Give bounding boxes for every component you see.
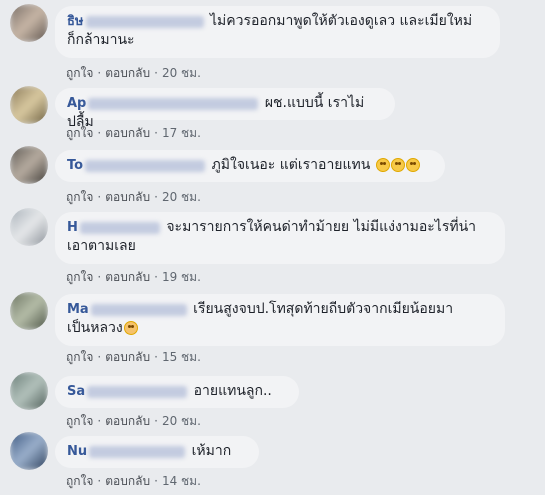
like-link[interactable]: ถูกใจ	[66, 474, 93, 488]
comment-text: จะมารายการให้คนด่าทำม้ายย ไม่มีแง่งามอะไ…	[166, 219, 477, 235]
reply-link[interactable]: ตอบกลับ	[105, 270, 150, 284]
comment-bubble: ธิษ ไม่ควรออกมาพูดให้ตัวเองดูเลว และเมีย…	[55, 6, 500, 58]
comment-actions: ถูกใจ · ตอบกลับ · 14 ชม.	[66, 474, 201, 488]
flushed-emoji-icon	[390, 158, 405, 172]
comment-bubble: Sa อายแทนลูก..	[55, 376, 299, 408]
comment-actions: ถูกใจ · ตอบกลับ · 20 ชม.	[66, 414, 201, 428]
reply-link[interactable]: ตอบกลับ	[105, 474, 150, 488]
like-link[interactable]: ถูกใจ	[66, 270, 93, 284]
comment-text: ไม่ควรออกมาพูดให้ตัวเองดูเลว และเมียใหม่	[209, 13, 473, 29]
reply-link[interactable]: ตอบกลับ	[105, 350, 150, 364]
comment-time[interactable]: 14 ชม.	[162, 474, 201, 488]
like-link[interactable]: ถูกใจ	[66, 350, 93, 364]
commenter-name[interactable]: Ma	[67, 302, 189, 317]
flushed-emoji-icon	[405, 158, 420, 172]
avatar[interactable]	[10, 208, 48, 246]
comment-actions: ถูกใจ · ตอบกลับ · 20 ชม.	[66, 66, 201, 80]
comment-bubble: Ap ผช.แบบนี้ เราไม่ปลื้ม	[55, 88, 395, 130]
comment-actions: ถูกใจ · ตอบกลับ · 17 ชม.	[66, 126, 201, 140]
commenter-name[interactable]: ธิษ	[67, 14, 206, 29]
comment-bubble: To ภูมิใจเนอะ แต่เราอายแทน	[55, 150, 445, 182]
commenter-name[interactable]: To	[67, 158, 207, 173]
avatar[interactable]	[10, 146, 48, 184]
comment-time[interactable]: 19 ชม.	[162, 270, 201, 284]
comment-text: ภูมิใจเนอะ แต่เราอายแทน	[211, 157, 371, 173]
comment-actions: ถูกใจ · ตอบกลับ · 19 ชม.	[66, 270, 201, 284]
commenter-name[interactable]: H	[67, 220, 162, 235]
reply-link[interactable]: ตอบกลับ	[105, 126, 150, 140]
comment-time[interactable]: 20 ชม.	[162, 66, 201, 80]
comment-time[interactable]: 17 ชม.	[162, 126, 201, 140]
avatar[interactable]	[10, 432, 48, 470]
commenter-name[interactable]: Ap	[67, 96, 260, 111]
comment-bubble: Nu เห้มาก	[55, 436, 259, 468]
like-link[interactable]: ถูกใจ	[66, 126, 93, 140]
commenter-name[interactable]: Sa	[67, 384, 189, 399]
avatar[interactable]	[10, 292, 48, 330]
commenter-name[interactable]: Nu	[67, 444, 187, 459]
comment-text-line2: ก็กล้ามานะ	[67, 32, 135, 48]
reply-link[interactable]: ตอบกลับ	[105, 190, 150, 204]
comment-bubble: Ma เรียนสูงจบป.โทสุดท้ายถีบตัวจากเมียน้อ…	[55, 294, 505, 346]
comment-text-line2: เอาตามเลย	[67, 238, 136, 254]
flushed-emoji-icon	[375, 158, 390, 172]
comment-text: อายแทนลูก..	[193, 383, 272, 399]
sad-emoji-icon	[123, 321, 138, 335]
avatar[interactable]	[10, 86, 48, 124]
comment-bubble: H จะมารายการให้คนด่าทำม้ายย ไม่มีแง่งามอ…	[55, 212, 505, 264]
avatar[interactable]	[10, 372, 48, 410]
like-link[interactable]: ถูกใจ	[66, 66, 93, 80]
avatar[interactable]	[10, 4, 48, 42]
comment-time[interactable]: 15 ชม.	[162, 350, 201, 364]
comment-actions: ถูกใจ · ตอบกลับ · 15 ชม.	[66, 350, 201, 364]
comment-actions: ถูกใจ · ตอบกลับ · 20 ชม.	[66, 190, 201, 204]
reply-link[interactable]: ตอบกลับ	[105, 414, 150, 428]
comment-text-line2: เป็นหลวง	[67, 320, 123, 336]
comment-time[interactable]: 20 ชม.	[162, 414, 201, 428]
comment-text: เห้มาก	[191, 443, 232, 459]
reply-link[interactable]: ตอบกลับ	[105, 66, 150, 80]
comment-text: เรียนสูงจบป.โทสุดท้ายถีบตัวจากเมียน้อยมา	[193, 301, 454, 317]
like-link[interactable]: ถูกใจ	[66, 414, 93, 428]
comment-time[interactable]: 20 ชม.	[162, 190, 201, 204]
like-link[interactable]: ถูกใจ	[66, 190, 93, 204]
